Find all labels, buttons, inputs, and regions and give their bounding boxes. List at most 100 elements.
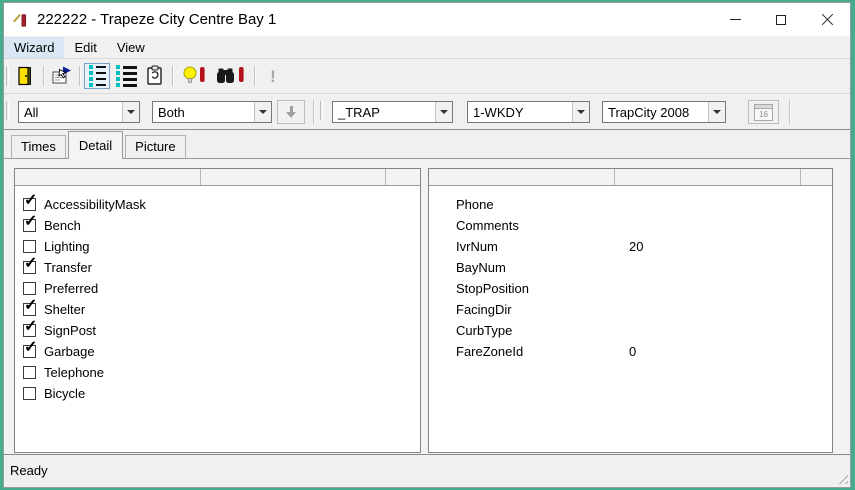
field-row[interactable]: Comments — [429, 215, 832, 236]
checkbox-row[interactable]: ✓ Transfer — [15, 256, 420, 278]
checkbox-row[interactable]: ✓ AccessibilityMask — [15, 193, 420, 215]
chevron-down-icon[interactable] — [708, 102, 725, 122]
properties-button[interactable] — [49, 63, 75, 89]
apply-filter-button[interactable] — [277, 100, 305, 124]
field-label: FareZoneId — [456, 344, 524, 359]
list-view-large-button[interactable] — [112, 63, 140, 89]
menu-wizard[interactable]: Wizard — [4, 36, 65, 58]
header-column[interactable] — [801, 169, 832, 185]
filter-combo-both[interactable]: Both — [152, 101, 272, 123]
header-column[interactable] — [15, 169, 201, 185]
check-icon: ✓ — [24, 297, 38, 314]
toolbar-grip[interactable] — [320, 101, 323, 120]
field-row[interactable]: Phone — [429, 194, 832, 215]
checkbox[interactable]: ✓ — [23, 319, 37, 337]
filter-toolbar: All Both _TRAP 1-WKDY TrapCity 2008 16 — [4, 93, 850, 129]
service-combo[interactable]: 1-WKDY — [467, 101, 590, 123]
field-row[interactable]: CurbType — [429, 320, 832, 341]
checkbox[interactable]: ✓ — [23, 298, 37, 316]
checkbox[interactable]: ✓ — [23, 214, 37, 232]
checkbox[interactable]: ✓ — [23, 387, 36, 400]
app-icon — [12, 11, 30, 29]
tab-detail[interactable]: Detail — [67, 131, 124, 159]
desktop-background: 222222 - Trapeze City Centre Bay 1 Wizar… — [0, 0, 855, 490]
exit-door-icon — [18, 66, 31, 86]
list-view-small-button[interactable] — [84, 63, 110, 89]
checkbox[interactable]: ✓ — [23, 366, 36, 379]
header-column[interactable] — [386, 169, 420, 185]
attributes-list: ✓ AccessibilityMask ✓ Bench ✓ Lighting ✓… — [15, 186, 420, 404]
window-controls — [712, 3, 850, 36]
field-row[interactable]: FareZoneId 0 — [429, 341, 832, 362]
clipboard-button[interactable] — [142, 63, 168, 89]
header-column[interactable] — [201, 169, 386, 185]
minimize-button[interactable] — [712, 3, 758, 36]
field-label: FacingDir — [456, 302, 512, 317]
hint-button[interactable] — [178, 63, 210, 89]
checkbox-label: SignPost — [44, 323, 97, 338]
properties-list: Phone Comments IvrNum 20 BayNum StopPosi… — [429, 186, 832, 362]
checkbox-row[interactable]: ✓ SignPost — [15, 319, 420, 341]
lightbulb-alert-icon — [183, 66, 205, 83]
checkbox[interactable]: ✓ — [23, 340, 37, 358]
menu-edit[interactable]: Edit — [64, 37, 106, 58]
checkbox-label: Telephone — [44, 365, 104, 380]
checkbox-row[interactable]: ✓ Garbage — [15, 340, 420, 362]
calendar-button-disabled[interactable]: 16 — [748, 100, 779, 124]
header-column[interactable] — [429, 169, 615, 185]
checkbox[interactable]: ✓ — [23, 193, 37, 211]
field-row[interactable]: FacingDir — [429, 299, 832, 320]
chevron-down-icon[interactable] — [122, 102, 139, 122]
field-label: Comments — [456, 218, 519, 233]
chevron-down-icon[interactable] — [254, 102, 271, 122]
field-label: IvrNum — [456, 239, 498, 254]
exit-button[interactable] — [12, 63, 38, 89]
field-row[interactable]: BayNum — [429, 257, 832, 278]
checkbox[interactable]: ✓ — [23, 240, 36, 253]
close-icon — [821, 13, 834, 26]
toolbar-separator — [43, 66, 45, 86]
booking-combo[interactable]: TrapCity 2008 — [602, 101, 726, 123]
down-arrow-icon — [286, 106, 296, 118]
checkbox[interactable]: ✓ — [23, 282, 36, 295]
checkbox-label: AccessibilityMask — [44, 197, 146, 212]
field-row[interactable]: IvrNum 20 — [429, 236, 832, 257]
tab-times[interactable]: Times — [11, 135, 66, 158]
checkbox-row[interactable]: ✓ Bicycle — [15, 383, 420, 404]
checkbox-row[interactable]: ✓ Preferred — [15, 278, 420, 299]
check-icon: ✓ — [24, 213, 38, 230]
list-small-icon — [88, 65, 106, 87]
checkbox-row[interactable]: ✓ Bench — [15, 214, 420, 236]
checkbox-row[interactable]: ✓ Lighting — [15, 236, 420, 257]
binoculars-alert-icon — [217, 67, 244, 83]
toolbar-grip[interactable] — [6, 67, 9, 86]
menu-view[interactable]: View — [107, 37, 155, 58]
checkbox-label: Preferred — [44, 281, 99, 296]
field-row[interactable]: StopPosition — [429, 278, 832, 299]
toolbar-separator — [79, 66, 81, 86]
maximize-icon — [776, 14, 786, 25]
resize-grip[interactable] — [835, 471, 848, 484]
checkbox[interactable]: ✓ — [23, 256, 37, 274]
titlebar: 222222 - Trapeze City Centre Bay 1 — [4, 3, 850, 36]
detail-tab-page: ✓ AccessibilityMask ✓ Bench ✓ Lighting ✓… — [4, 158, 850, 454]
find-button[interactable] — [212, 63, 248, 89]
filter-combo-all[interactable]: All — [18, 101, 140, 123]
chevron-down-icon[interactable] — [572, 102, 589, 122]
maximize-button[interactable] — [758, 3, 804, 36]
field-value[interactable]: 0 — [629, 344, 636, 359]
toolbar-grip[interactable] — [6, 101, 9, 120]
main-toolbar: ! — [4, 58, 850, 93]
field-value[interactable]: 20 — [629, 239, 643, 254]
toolbar-separator — [172, 66, 174, 86]
alert-button-disabled[interactable]: ! — [260, 63, 286, 89]
network-combo[interactable]: _TRAP — [332, 101, 453, 123]
chevron-down-icon[interactable] — [435, 102, 452, 122]
attributes-panel-header — [15, 169, 420, 186]
close-button[interactable] — [804, 3, 850, 36]
checkbox-row[interactable]: ✓ Telephone — [15, 362, 420, 383]
tab-picture[interactable]: Picture — [125, 135, 186, 158]
checkbox-row[interactable]: ✓ Shelter — [15, 298, 420, 320]
check-icon: ✓ — [24, 339, 38, 356]
header-column[interactable] — [615, 169, 801, 185]
